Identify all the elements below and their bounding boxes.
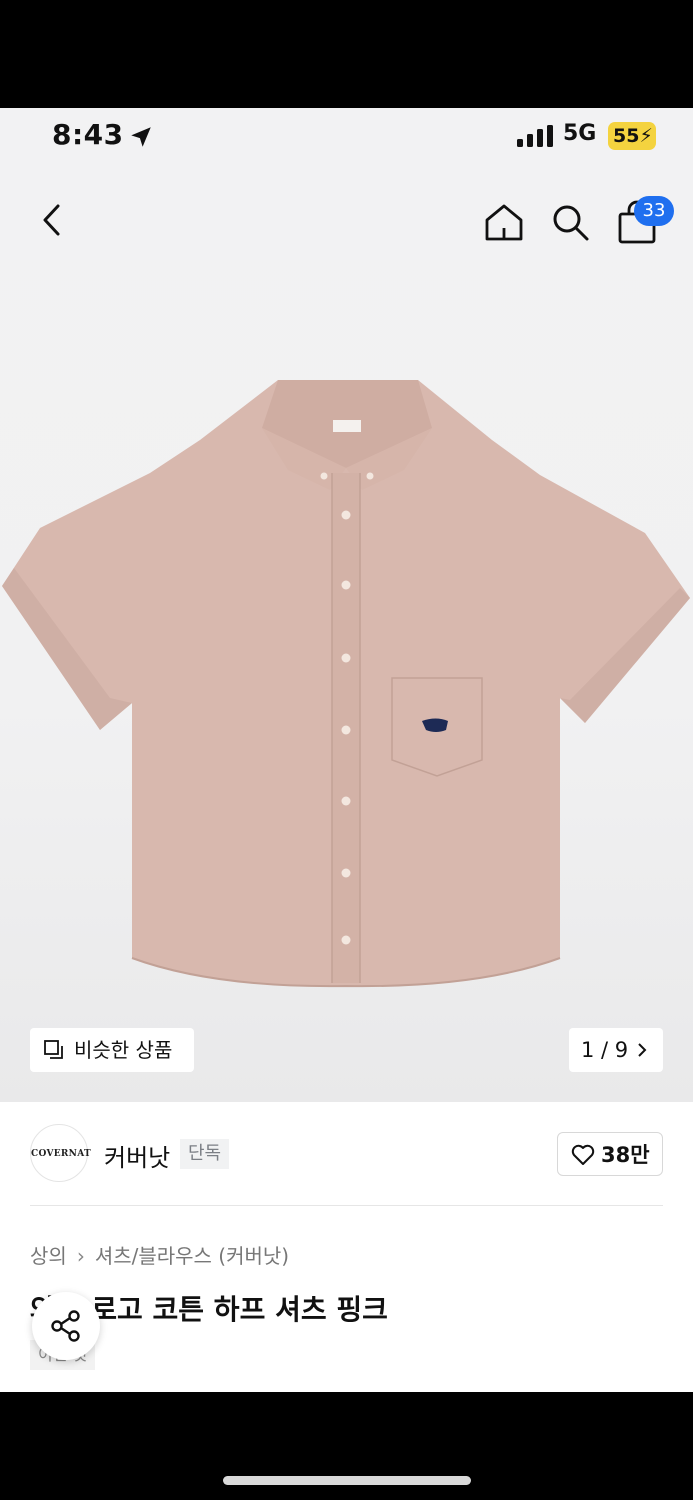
image-pager-label: 1 / 9	[581, 1038, 629, 1062]
section-divider	[30, 1205, 663, 1206]
share-button[interactable]	[32, 1292, 100, 1360]
top-letterbox	[0, 0, 693, 108]
heart-icon	[571, 1144, 595, 1165]
network-type: 5G	[563, 121, 597, 146]
home-button[interactable]	[483, 202, 525, 242]
search-button[interactable]	[550, 202, 590, 242]
status-bar: 8:43 5G 55⚡	[0, 108, 693, 168]
product-detail-screen: 8:43 5G 55⚡ 33 비슷한 상품 1 / 9 COVERNAT 커버낫…	[0, 108, 693, 1392]
status-time: 8:43	[52, 118, 124, 151]
share-icon	[51, 1310, 80, 1342]
like-button[interactable]: 38만	[557, 1132, 663, 1176]
image-pager-button[interactable]: 1 / 9	[569, 1028, 663, 1072]
breadcrumb: 상의 › 셔츠/블라우스 (커버낫)	[30, 1240, 289, 1269]
location-arrow-icon	[131, 127, 151, 147]
brand-name-link[interactable]: 커버낫	[104, 1138, 170, 1173]
battery-level: 55	[613, 125, 640, 147]
breadcrumb-subcategory[interactable]: 셔츠/블라우스 (커버낫)	[95, 1244, 289, 1268]
similar-products-button[interactable]: 비슷한 상품	[30, 1028, 194, 1072]
signal-icon	[517, 125, 553, 147]
chevron-right-icon	[638, 1043, 647, 1057]
home-indicator[interactable]	[223, 1476, 471, 1485]
product-image-shirt[interactable]	[0, 378, 693, 998]
like-count: 38만	[601, 1143, 650, 1167]
battery-indicator: 55⚡	[608, 122, 656, 150]
brand-logo[interactable]: COVERNAT	[30, 1124, 91, 1182]
cart-count-badge: 33	[634, 196, 674, 226]
charging-bolt-icon: ⚡	[639, 125, 653, 147]
exclusive-badge: 단독	[180, 1139, 230, 1169]
product-gallery[interactable]: 8:43 5G 55⚡ 33 비슷한 상품 1 / 9	[0, 108, 693, 1102]
breadcrumb-category[interactable]: 상의	[30, 1244, 67, 1268]
breadcrumb-separator-icon: ›	[76, 1244, 85, 1268]
similar-products-label: 비슷한 상품	[74, 1038, 173, 1062]
back-button[interactable]	[34, 200, 70, 240]
copy-squares-icon	[44, 1040, 63, 1059]
